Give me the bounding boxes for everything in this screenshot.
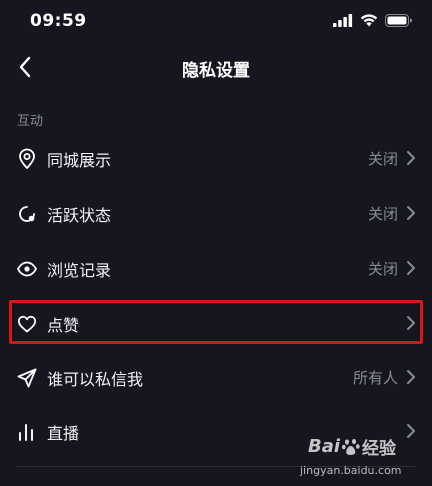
status-time: 09:59 [30,11,87,31]
page-title: 隐私设置 [182,61,250,81]
setting-value: 所有人 [352,369,398,387]
setting-value: 关闭 [367,260,398,278]
watermark-logo-text-left: Bai [308,436,341,457]
status-bar: 09:59 [0,0,432,44]
setting-row-nearby[interactable]: 同城展示 关闭 [0,131,432,185]
chevron-right-icon [407,206,415,220]
battery-icon [385,14,412,27]
wifi-icon [360,14,378,27]
watermark-logo-text-right: 经验 [362,439,397,459]
paw-icon [342,438,360,455]
watermark-url: jingyan.baidu.com [300,464,402,477]
setting-label: 浏览记录 [47,261,112,280]
section-label: 互动 [17,114,44,129]
setting-label: 直播 [47,424,80,443]
eye-icon [17,261,37,277]
baidu-jingyan-watermark: Bai 经验 jingyan.baidu.com [300,434,412,482]
highlight-box [9,300,423,344]
setting-row-activity[interactable]: 活跃状态 关闭 [0,186,432,240]
setting-label: 活跃状态 [47,206,112,225]
send-icon [17,368,37,388]
setting-value: 关闭 [367,205,398,223]
setting-value: 关闭 [367,150,398,168]
setting-label: 谁可以私信我 [47,370,144,389]
watermark-logo: Bai 经验 [308,434,396,459]
chevron-right-icon [407,261,415,275]
setting-label: 同城展示 [47,151,112,170]
setting-row-messages[interactable]: 谁可以私信我 所有人 [0,350,432,404]
status-icons [333,14,412,27]
signal-icon [333,14,353,27]
live-bars-icon [19,424,33,441]
activity-status-icon [19,206,35,222]
location-pin-icon [19,148,35,169]
chevron-right-icon [407,151,415,165]
nav-bar: 隐私设置 [0,44,432,90]
chevron-right-icon [407,370,415,384]
setting-row-history[interactable]: 浏览记录 关闭 [0,241,432,295]
